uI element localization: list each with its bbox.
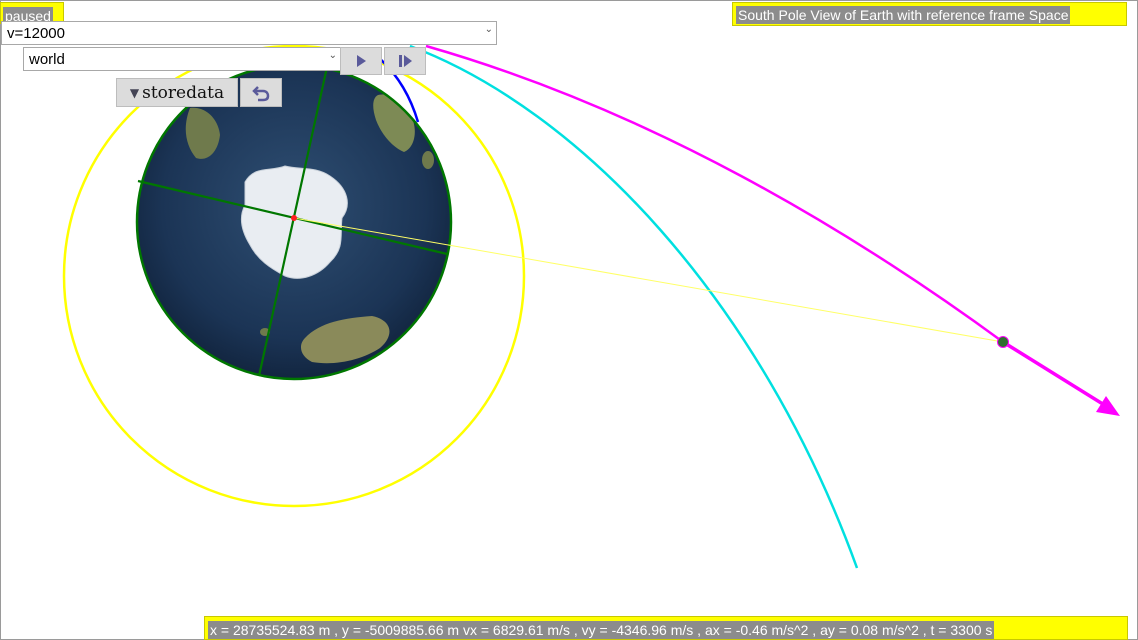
- undo-button[interactable]: [240, 78, 282, 107]
- play-icon: [357, 55, 366, 67]
- view-title-label: South Pole View of Earth with reference …: [732, 2, 1127, 26]
- reference-frame-select[interactable]: world ⌄: [23, 47, 341, 71]
- step-forward-icon: [399, 55, 412, 67]
- view-title-text: South Pole View of Earth with reference …: [736, 6, 1071, 24]
- storedata-label: storedata: [142, 82, 225, 103]
- reference-frame-value: world: [29, 51, 65, 68]
- velocity-arrow: [1002, 340, 1107, 408]
- satellite[interactable]: [997, 336, 1009, 348]
- velocity-select[interactable]: v=12000 ⌄: [1, 21, 497, 45]
- dropdown-triangle-icon: ▼: [129, 85, 140, 100]
- earth-center-dot: [291, 215, 297, 221]
- state-readout: x = 28735524.83 m , y = -5009885.66 m vx…: [204, 616, 1128, 640]
- velocity-select-value: v=12000: [7, 25, 65, 42]
- velocity-arrowhead: [1096, 396, 1120, 416]
- play-button[interactable]: [340, 47, 382, 75]
- storedata-button[interactable]: ▼ storedata: [116, 78, 238, 107]
- state-readout-text: x = 28735524.83 m , y = -5009885.66 m vx…: [208, 621, 995, 639]
- chevron-down-icon: ⌄: [328, 50, 337, 61]
- undo-icon: [252, 85, 270, 101]
- step-forward-button[interactable]: [384, 47, 426, 75]
- trajectory-cyan: [409, 44, 859, 569]
- chevron-down-icon: ⌄: [484, 24, 493, 35]
